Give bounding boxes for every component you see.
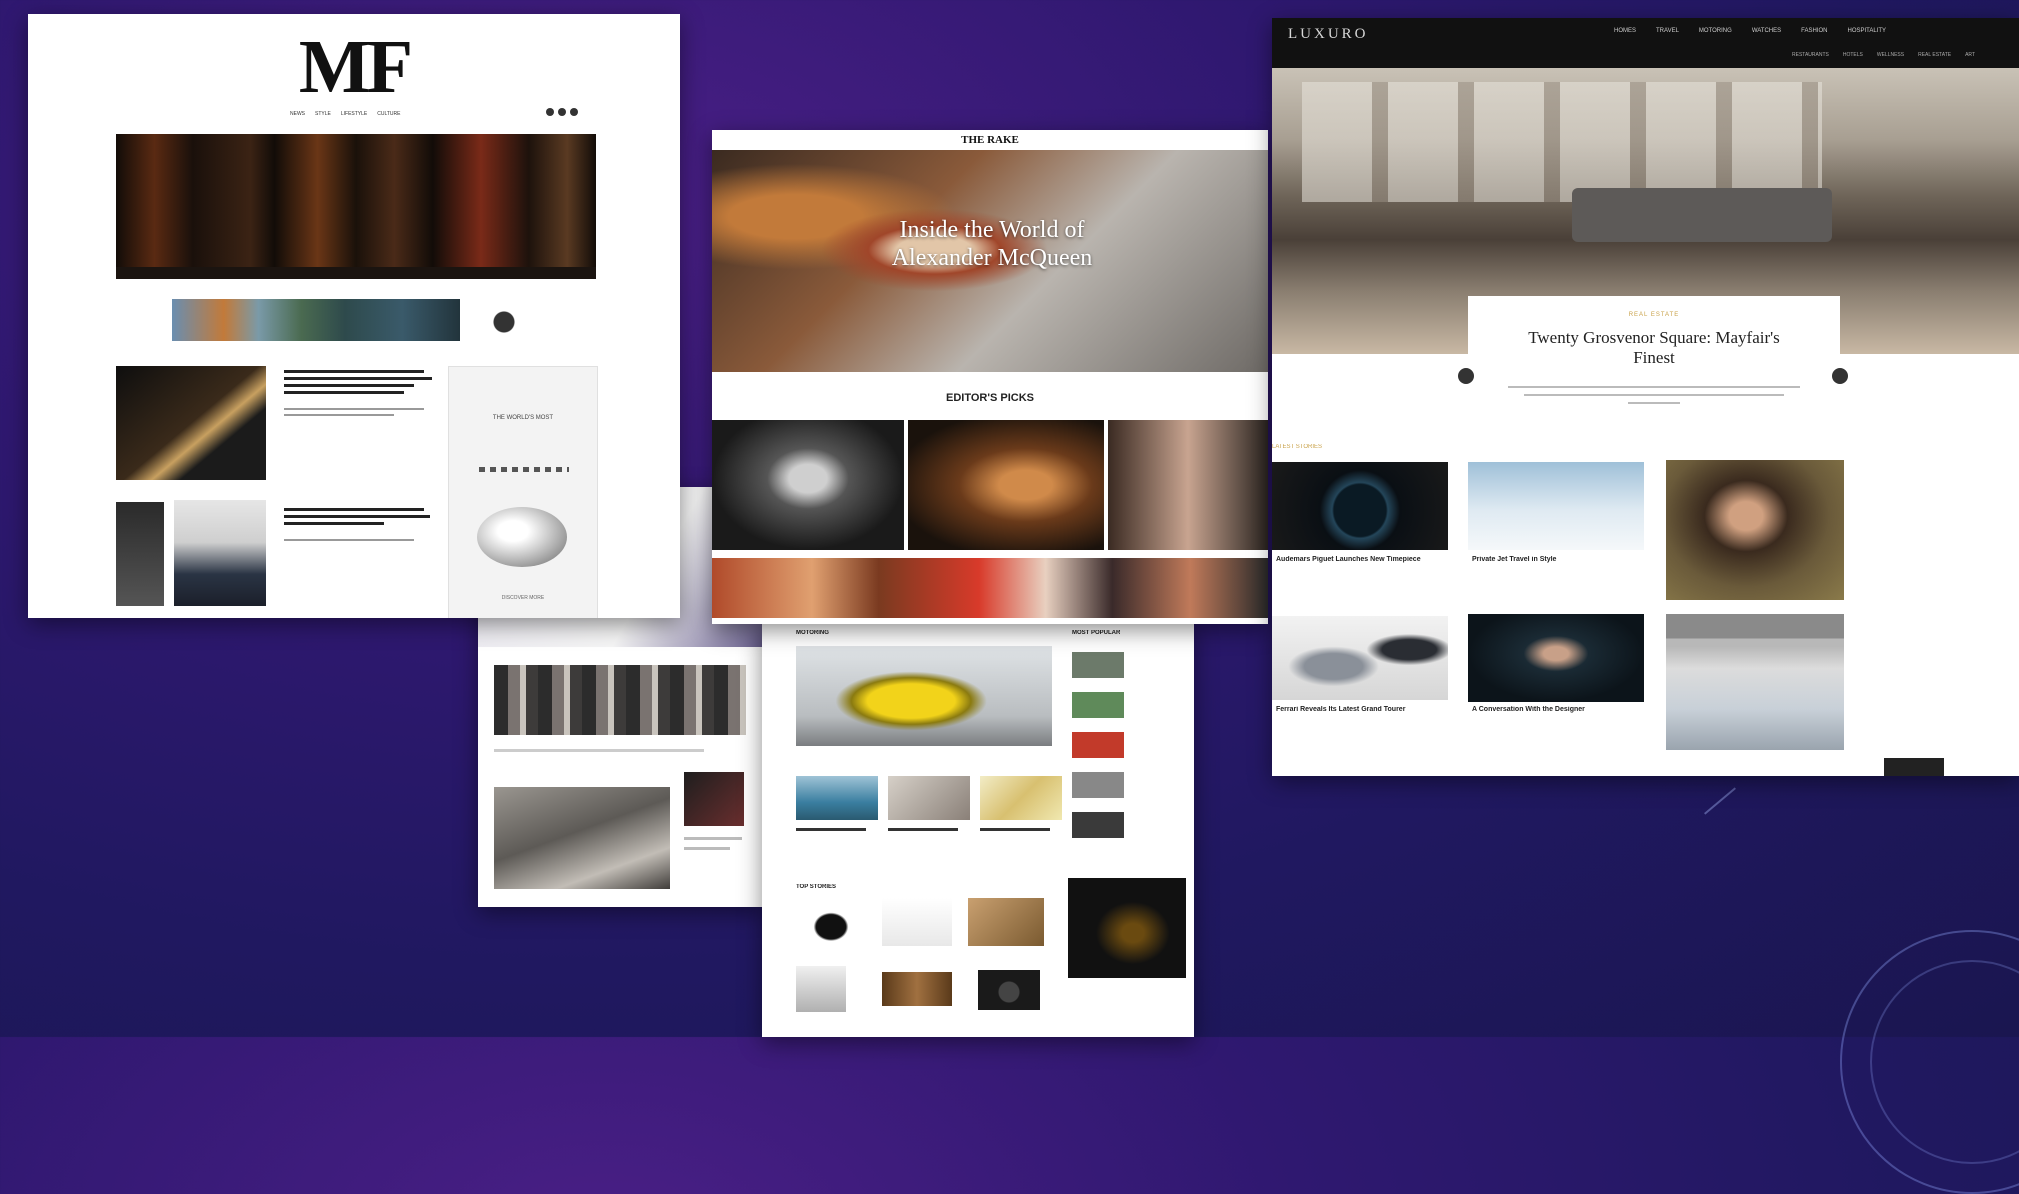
thumbnail-column — [1072, 652, 1182, 838]
story-card-title[interactable]: A Conversation With the Designer — [1472, 706, 1642, 713]
interior-photo — [494, 787, 670, 889]
social-icons — [546, 108, 578, 116]
sofa-shape — [1572, 188, 1832, 242]
website-screenshot-luxuro: LUXURO HOMES TRAVEL MOTORING WATCHES FAS… — [1272, 18, 2019, 776]
photo-strip[interactable] — [712, 558, 1268, 618]
ad-cta[interactable]: DISCOVER MORE — [449, 595, 597, 601]
product-photo[interactable] — [796, 966, 846, 1012]
text-line — [684, 837, 742, 840]
story-card-magazine[interactable] — [1666, 614, 1844, 750]
story-card-title[interactable]: Ferrari Reveals Its Latest Grand Tourer — [1276, 706, 1446, 713]
main-nav: HOMES TRAVEL MOTORING WATCHES FASHION HO… — [1614, 28, 1886, 34]
masthead: THE RAKE — [961, 134, 1019, 146]
feature-excerpt-line — [1508, 386, 1800, 388]
story-card-title[interactable]: Private Jet Travel in Style — [1472, 556, 1642, 563]
subnav-item[interactable]: REAL ESTATE — [1918, 52, 1951, 58]
feature-excerpt-line — [1628, 402, 1680, 404]
story-card-portrait[interactable] — [1666, 460, 1844, 600]
top-nav-bar: LUXURO HOMES TRAVEL MOTORING WATCHES FAS… — [1272, 18, 2019, 68]
hero-carousel[interactable] — [116, 134, 596, 279]
website-screenshot-rake: THE RAKE Inside the World of Alexander M… — [712, 130, 1268, 624]
nav-item[interactable]: TRAVEL — [1656, 28, 1679, 34]
footer-button[interactable] — [1884, 758, 1944, 776]
nav-item[interactable]: HOMES — [1614, 28, 1636, 34]
text-line — [684, 847, 730, 850]
facebook-icon[interactable] — [546, 108, 554, 116]
twitter-icon[interactable] — [558, 108, 566, 116]
story-card-man[interactable] — [1468, 614, 1644, 702]
site-logo: MF — [298, 25, 413, 109]
section-label-motoring: MOTORING — [796, 630, 829, 636]
story-card-watch[interactable] — [1272, 462, 1448, 550]
product-photo[interactable] — [796, 898, 866, 946]
section-label-editors-picks: EDITOR'S PICKS — [946, 392, 1034, 404]
website-screenshot-mf: MF NEWS STYLE LIFESTYLE CULTURE THE WORL… — [28, 14, 680, 618]
instagram-icon[interactable] — [570, 108, 578, 116]
section-label-popular: MOST POPULAR — [1072, 630, 1121, 636]
camera-photo[interactable] — [978, 970, 1040, 1010]
section-label-latest: LATEST STORIES — [1272, 444, 1323, 450]
sidebar-ad[interactable]: THE WORLD'S MOST DISCOVER MORE — [448, 366, 598, 618]
feature-photo-woman[interactable] — [908, 420, 1104, 550]
carousel-next-button[interactable] — [1832, 368, 1848, 384]
ad-headline: THE WORLD'S MOST — [492, 415, 554, 421]
website-screenshot-5: MOTORING MOST POPULAR TOP STORIES — [762, 622, 1194, 1037]
nav-item-lifestyle[interactable]: LIFESTYLE — [341, 111, 367, 117]
decorative-arrow-icon — [1704, 787, 1736, 815]
carousel-prev-button[interactable] — [1458, 368, 1474, 384]
feature-photo-portrait[interactable] — [712, 420, 904, 550]
feature-photo-partial[interactable] — [1108, 420, 1268, 550]
ad-dots — [479, 467, 569, 472]
section-label-top-stories: TOP STORIES — [796, 884, 837, 890]
story-card-jet[interactable] — [1468, 462, 1644, 550]
nav-item-style[interactable]: STYLE — [315, 111, 331, 117]
feature-kicker: REAL ESTATE — [1628, 312, 1680, 318]
story-card-car[interactable] — [1272, 616, 1448, 700]
site-logo[interactable]: LUXURO — [1288, 26, 1369, 43]
feature-title[interactable]: Twenty Grosvenor Square: Mayfair's Fines… — [1508, 328, 1800, 368]
dark-ad-banner[interactable] — [1068, 878, 1186, 978]
speaker-product-image — [477, 507, 567, 567]
article-photo-3[interactable] — [174, 500, 266, 606]
article-headline-lines — [284, 370, 434, 416]
thumbnail-photo — [684, 772, 744, 826]
article-text-lines — [284, 508, 434, 545]
nav-item[interactable]: HOSPITALITY — [1848, 28, 1887, 34]
sports-car-photo[interactable] — [796, 646, 1052, 746]
article-photo-2[interactable] — [116, 502, 164, 606]
product-photo[interactable] — [968, 898, 1044, 946]
sub-nav: RESTAURANTS HOTELS WELLNESS REAL ESTATE … — [1792, 52, 1975, 58]
text-line — [494, 749, 704, 752]
people-photo-strip — [494, 665, 746, 735]
product-photo[interactable] — [882, 898, 952, 946]
hero-caption-bar — [116, 267, 596, 279]
bird-icon — [480, 304, 520, 340]
story-card-title[interactable]: Audemars Piguet Launches New Timepiece — [1276, 556, 1446, 563]
nav-item[interactable]: MOTORING — [1699, 28, 1732, 34]
subnav-item[interactable]: WELLNESS — [1877, 52, 1904, 58]
nav-item[interactable]: WATCHES — [1752, 28, 1781, 34]
subnav-item[interactable]: HOTELS — [1843, 52, 1863, 58]
hero-windows — [1302, 82, 1822, 202]
main-nav: NEWS STYLE LIFESTYLE CULTURE — [290, 111, 401, 117]
nav-item[interactable]: FASHION — [1801, 28, 1827, 34]
subnav-item[interactable]: ART — [1965, 52, 1975, 58]
article-photo[interactable] — [116, 366, 266, 480]
product-photo[interactable] — [882, 972, 952, 1006]
nav-item-news[interactable]: NEWS — [290, 111, 305, 117]
subnav-item[interactable]: RESTAURANTS — [1792, 52, 1829, 58]
thumbnail-strip[interactable] — [172, 299, 460, 341]
feature-caption-card[interactable]: REAL ESTATE Twenty Grosvenor Square: May… — [1468, 296, 1840, 426]
hero-title[interactable]: Inside the World of Alexander McQueen — [862, 216, 1122, 272]
feature-excerpt-line — [1524, 394, 1784, 396]
nav-item-culture[interactable]: CULTURE — [377, 111, 400, 117]
